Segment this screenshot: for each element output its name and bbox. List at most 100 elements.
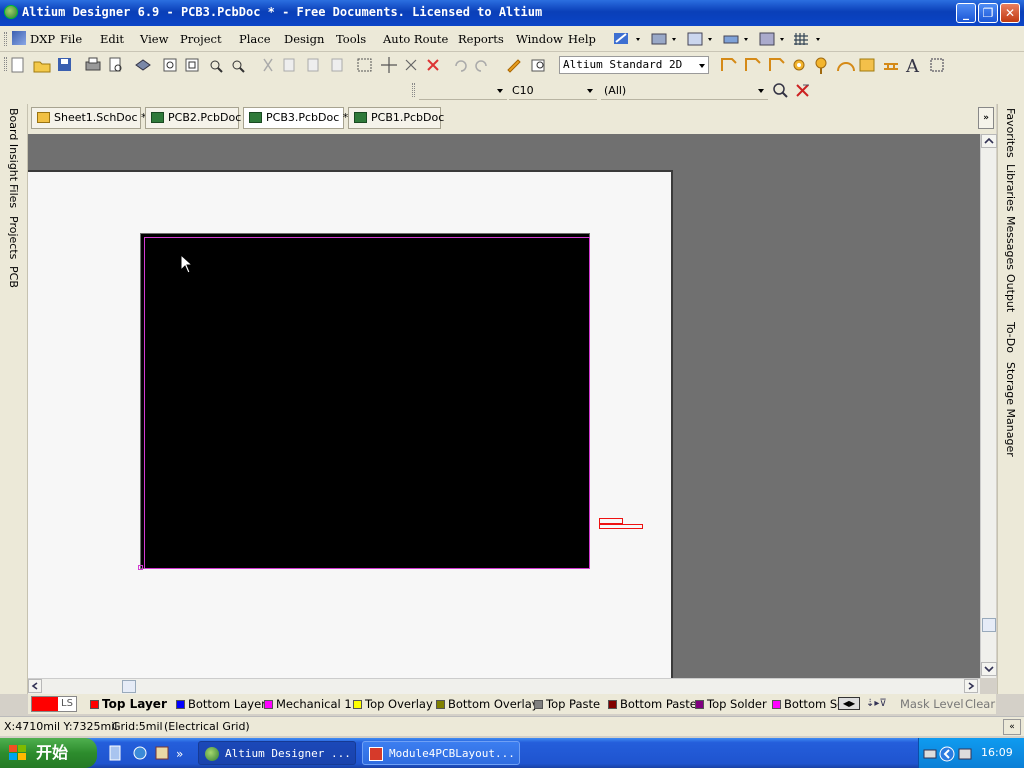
pcb-doc-icon — [354, 112, 367, 123]
pcb-workspace[interactable] — [28, 134, 980, 678]
menu-edit[interactable]: Edit — [100, 32, 124, 46]
tabs-overflow-button[interactable]: » — [978, 107, 994, 129]
ls-label: LS — [61, 698, 73, 709]
menu-view[interactable]: View — [140, 32, 168, 46]
scroll-right-button[interactable] — [964, 679, 978, 693]
vertical-scrollbar[interactable] — [980, 134, 997, 678]
current-layer-indicator[interactable]: LS — [31, 696, 77, 712]
horizontal-scroll-thumb[interactable] — [122, 680, 136, 693]
layer-tab-top-solder[interactable]: Top Solder — [693, 696, 767, 712]
task-altium-designer[interactable]: Altium Designer ... — [198, 741, 356, 765]
layer-color-swatch — [695, 700, 704, 709]
wiring-toolbar-icons[interactable]: A — [720, 55, 950, 75]
menu-place[interactable]: Place — [239, 32, 271, 46]
menu-tools[interactable]: Tools — [336, 32, 366, 46]
filter-component-select[interactable]: C10 — [509, 82, 597, 100]
tab-pcb3-pcbdoc[interactable]: PCB3.PcbDoc * — [243, 107, 348, 129]
restore-button[interactable]: ❐ — [978, 3, 998, 23]
filter-scope-value: (All) — [604, 84, 627, 97]
horizontal-scrollbar[interactable] — [28, 678, 980, 694]
altium-app-icon — [205, 747, 219, 761]
task-module4-pcb-layout[interactable]: Module4PCBLayout... — [362, 741, 520, 765]
origin-marker — [138, 565, 143, 570]
layer-tab-mechanical-1[interactable]: Mechanical 1 — [262, 696, 352, 712]
menu-file[interactable]: File — [60, 32, 82, 46]
layer-scroll-buttons[interactable]: ◀▶ — [838, 697, 860, 710]
panel-tab-output[interactable]: Output — [1004, 274, 1017, 312]
menu-window[interactable]: Window — [516, 32, 563, 46]
quick-launch-icons[interactable]: » — [106, 744, 190, 762]
layer-color-swatch — [176, 700, 185, 709]
document-tabs: Sheet1.SchDoc * PCB2.PcbDoc PCB3.PcbDoc … — [28, 104, 996, 134]
vertical-scroll-thumb[interactable] — [982, 618, 996, 632]
filter-component-value: C10 — [512, 84, 534, 97]
chevron-down-icon — [585, 83, 595, 97]
menu-reports[interactable]: Reports — [458, 32, 504, 46]
scroll-up-button[interactable] — [981, 134, 997, 148]
layer-tab-label: Top Layer — [102, 697, 167, 711]
tab-label: PCB1.PcbDoc — [371, 111, 445, 124]
tab-pcb2-pcbdoc[interactable]: PCB2.PcbDoc — [145, 107, 242, 129]
filter-net-select[interactable] — [419, 82, 507, 100]
pcb-doc-icon — [249, 112, 262, 123]
layer-tab-bottom-overlay[interactable]: Bottom Overlay — [434, 696, 539, 712]
tab-pcb1-pcbdoc[interactable]: PCB1.PcbDoc — [348, 107, 445, 129]
layer-tab-label: Top Paste — [546, 697, 601, 711]
menu-auto-route[interactable]: Auto Route — [383, 32, 448, 46]
close-button[interactable]: ✕ — [1000, 3, 1020, 23]
panel-tab-todo[interactable]: To-Do — [1004, 322, 1017, 353]
pdf-icon — [369, 747, 383, 761]
panel-tab-files[interactable]: Files — [7, 184, 20, 208]
menu-dxp[interactable]: DXP — [30, 32, 55, 46]
start-button[interactable]: 开始 — [0, 738, 97, 768]
scroll-left-button[interactable] — [28, 679, 42, 693]
minimize-button[interactable]: _ — [956, 3, 976, 23]
panel-tab-pcb[interactable]: PCB — [7, 266, 20, 288]
filter-scope-select[interactable]: (All) — [601, 82, 768, 100]
layer-tab-top-paste[interactable]: Top Paste — [532, 696, 600, 712]
layer-color-swatch — [90, 700, 99, 709]
menu-project[interactable]: Project — [180, 32, 222, 46]
panel-tab-favorites[interactable]: Favorites — [1004, 108, 1017, 158]
toolbar-grip — [4, 57, 7, 71]
toolbar-icons[interactable] — [10, 56, 555, 74]
pcb-sheet — [28, 170, 673, 678]
status-expand-button[interactable]: « — [1003, 719, 1021, 735]
tab-label: PCB2.PcbDoc — [168, 111, 242, 124]
panel-tab-storage-manager[interactable]: Storage Manager — [1004, 362, 1017, 457]
chevron-down-icon — [697, 58, 707, 72]
task-label: Altium Designer ... — [225, 747, 351, 760]
tab-sheet1-schdoc[interactable]: Sheet1.SchDoc * — [31, 107, 147, 129]
panel-tab-board-insight[interactable]: Board Insight — [7, 108, 20, 181]
panel-tab-messages[interactable]: Messages — [1004, 216, 1017, 270]
layer-color-swatch — [608, 700, 617, 709]
layer-color-swatch — [534, 700, 543, 709]
clear-button[interactable]: Clear — [965, 697, 995, 711]
chevron-down-icon — [495, 83, 505, 97]
layer-tab-bottom-layer[interactable]: Bottom Layer — [174, 696, 266, 712]
dxp-icon — [12, 31, 26, 45]
menu-help[interactable]: Help — [568, 32, 596, 46]
layer-tab-bottom-solder[interactable]: Bottom Sol — [770, 696, 838, 712]
layer-tab-label: Bottom Sol — [784, 697, 838, 711]
clear-filter-icon[interactable] — [794, 82, 812, 100]
tray-icons[interactable] — [923, 745, 975, 763]
panel-tab-libraries[interactable]: Libraries — [1004, 164, 1017, 212]
menu-toolbar-icons[interactable] — [612, 30, 832, 48]
apply-filter-icon[interactable] — [772, 82, 790, 100]
layer-filter-icon[interactable]: ⇣▸⊽ — [866, 697, 894, 711]
layer-tab-top-layer[interactable]: Top Layer — [88, 696, 167, 712]
layer-color-swatch — [32, 697, 58, 711]
panel-tab-projects[interactable]: Projects — [7, 216, 20, 259]
altium-app-icon — [4, 5, 18, 19]
mask-level-button[interactable]: Mask Level — [900, 697, 964, 711]
svg-text:»: » — [176, 747, 183, 761]
view-mode-select[interactable]: Altium Standard 2D — [559, 56, 709, 74]
layer-tab-bottom-paste[interactable]: Bottom Paste — [606, 696, 697, 712]
layer-color-swatch — [772, 700, 781, 709]
layer-tab-label: Mechanical 1 — [276, 697, 352, 711]
layer-tab-label: Bottom Layer — [188, 697, 266, 711]
menu-design[interactable]: Design — [284, 32, 324, 46]
scroll-down-button[interactable] — [981, 662, 997, 676]
layer-tab-top-overlay[interactable]: Top Overlay — [351, 696, 433, 712]
